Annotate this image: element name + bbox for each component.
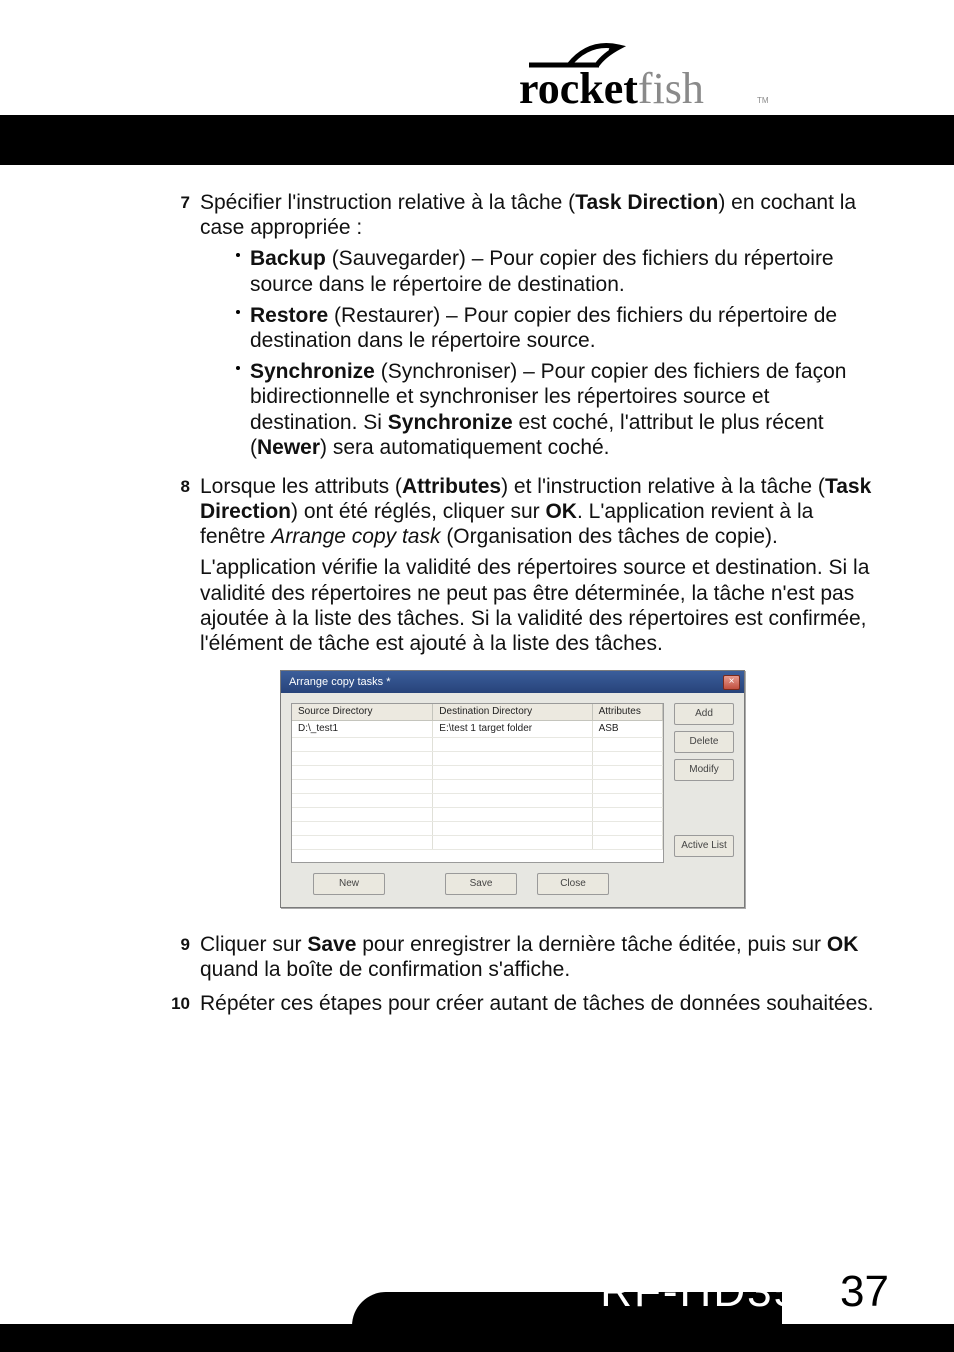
step-10: 10 Répéter ces étapes pour créer autant … <box>170 991 874 1016</box>
bullet-dot-icon <box>230 246 250 296</box>
task-grid[interactable]: Source Directory Destination Directory A… <box>291 703 664 863</box>
arrange-copy-tasks-dialog: Arrange copy tasks * × Source Directory … <box>280 670 745 908</box>
new-button[interactable]: New <box>313 873 385 895</box>
term-synchronize: Synchronize <box>250 360 375 383</box>
col-destination[interactable]: Destination Directory <box>433 704 592 721</box>
step-number: 9 <box>170 932 200 982</box>
svg-text:TM: TM <box>757 96 769 105</box>
modify-button[interactable]: Modify <box>674 759 734 781</box>
term-save: Save <box>307 933 356 956</box>
bullet-list: Backup (Sauvegarder) – Pour copier des f… <box>230 246 874 460</box>
table-row <box>292 738 663 752</box>
text: Lorsque les attributs ( <box>200 475 402 498</box>
table-row[interactable]: D:\_test1 E:\test 1 target folder ASB <box>292 721 663 738</box>
text: (Sauvegarder) – Pour copier des fichiers… <box>250 247 834 295</box>
step-number: 8 <box>170 474 200 924</box>
term-newer: Newer <box>257 436 320 459</box>
step-number: 7 <box>170 190 200 466</box>
cell-source: D:\_test1 <box>292 721 433 738</box>
close-button[interactable]: Close <box>537 873 609 895</box>
table-row <box>292 780 663 794</box>
page-number: 37 <box>840 1267 889 1317</box>
rocketfish-logo-icon: rocketfish TM <box>519 35 779 113</box>
term-backup: Backup <box>250 247 326 270</box>
task-table: Source Directory Destination Directory A… <box>292 704 663 850</box>
footer-bar <box>0 1324 954 1352</box>
text: ) ont été réglés, cliquer sur <box>291 500 545 523</box>
bullet-dot-icon <box>230 303 250 353</box>
table-row <box>292 808 663 822</box>
col-source[interactable]: Source Directory <box>292 704 433 721</box>
step-8: 8 Lorsque les attributs (Attributes) et … <box>170 474 874 924</box>
page-footer: RF-HD35 37 <box>0 1262 954 1352</box>
col-attributes[interactable]: Attributes <box>592 704 662 721</box>
text: quand la boîte de confirmation s'affiche… <box>200 958 570 981</box>
italic-arrange-copy-task: Arrange copy task <box>271 525 440 548</box>
table-row <box>292 766 663 780</box>
table-row <box>292 794 663 808</box>
text: pour enregistrer la dernière tâche édité… <box>356 933 826 956</box>
bullet-item: Backup (Sauvegarder) – Pour copier des f… <box>230 246 874 296</box>
table-row <box>292 752 663 766</box>
step-7: 7 Spécifier l'instruction relative à la … <box>170 190 874 466</box>
svg-text:rocketfish: rocketfish <box>519 64 704 113</box>
term-task-direction: Task Direction <box>575 191 718 214</box>
save-button[interactable]: Save <box>445 873 517 895</box>
brand-logo: rocketfish TM <box>519 35 779 113</box>
term-attributes: Attributes <box>402 475 501 498</box>
footer-right: RF-HD35 37 <box>600 1267 889 1317</box>
close-icon[interactable]: × <box>723 675 740 690</box>
text: ) sera automatiquement coché. <box>320 436 610 459</box>
step-body: Spécifier l'instruction relative à la tâ… <box>200 190 874 466</box>
logo-text-bold: rocket <box>519 64 638 113</box>
dialog-title: Arrange copy tasks * <box>289 676 723 689</box>
table-header-row: Source Directory Destination Directory A… <box>292 704 663 721</box>
dialog-side-buttons: Add Delete Modify Active List <box>664 703 734 863</box>
term-synchronize-2: Synchronize <box>388 411 513 434</box>
step-body: Lorsque les attributs (Attributes) et l'… <box>200 474 874 924</box>
table-row <box>292 822 663 836</box>
bullet-item: Restore (Restaurer) – Pour copier des fi… <box>230 303 874 353</box>
cell-attributes: ASB <box>592 721 662 738</box>
table-row <box>292 836 663 850</box>
dialog-titlebar: Arrange copy tasks * × <box>281 671 744 693</box>
text: (Restaurer) – Pour copier des fichiers d… <box>250 304 837 352</box>
add-button[interactable]: Add <box>674 703 734 725</box>
paragraph: L'application vérifie la validité des ré… <box>200 555 874 656</box>
dialog-bottom-buttons: New Save Close <box>281 873 744 907</box>
text: Cliquer sur <box>200 933 307 956</box>
step-number: 10 <box>170 991 200 1016</box>
step-body: Cliquer sur Save pour enregistrer la der… <box>200 932 874 982</box>
model-number: RF-HD35 <box>600 1267 800 1317</box>
page-header: rocketfish TM <box>0 0 954 165</box>
logo-text-light: fish <box>638 64 704 113</box>
active-list-button[interactable]: Active List <box>674 835 734 857</box>
cell-destination: E:\test 1 target folder <box>433 721 592 738</box>
term-ok-2: OK <box>827 933 859 956</box>
bullet-item: Synchronize (Synchroniser) – Pour copier… <box>230 359 874 460</box>
delete-button[interactable]: Delete <box>674 731 734 753</box>
text: ) et l'instruction relative à la tâche ( <box>501 475 825 498</box>
text: Spécifier l'instruction relative à la tâ… <box>200 191 575 214</box>
dialog-body: Source Directory Destination Directory A… <box>281 693 744 873</box>
term-restore: Restore <box>250 304 328 327</box>
header-black-bar <box>0 115 954 165</box>
step-body: Répéter ces étapes pour créer autant de … <box>200 991 874 1016</box>
document-content: 7 Spécifier l'instruction relative à la … <box>170 190 874 1024</box>
screenshot-dialog: Arrange copy tasks * × Source Directory … <box>280 670 874 908</box>
bullet-dot-icon <box>230 359 250 460</box>
text: (Organisation des tâches de copie). <box>440 525 777 548</box>
step-9: 9 Cliquer sur Save pour enregistrer la d… <box>170 932 874 982</box>
term-ok: OK <box>545 500 577 523</box>
